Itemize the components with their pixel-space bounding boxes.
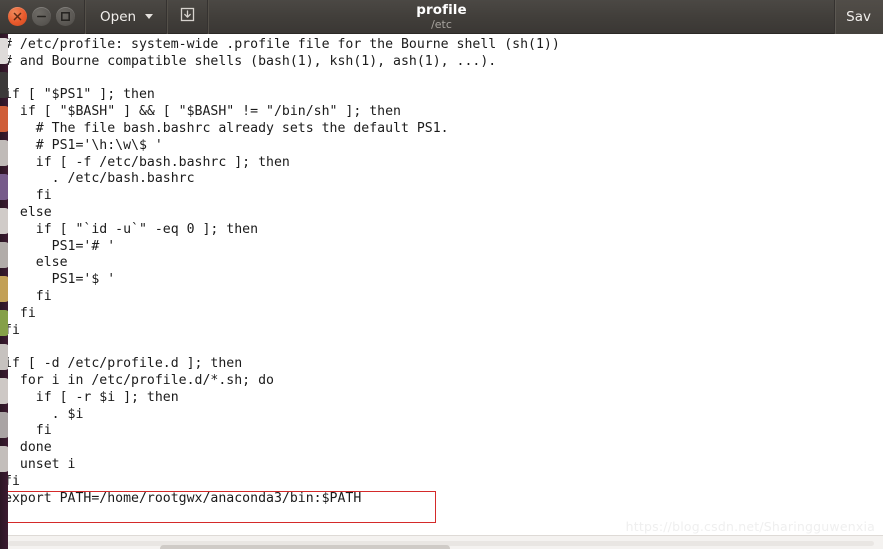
launcher-icon-6[interactable] xyxy=(0,208,8,234)
save-icon-button[interactable] xyxy=(167,0,209,34)
save-button[interactable]: Sav xyxy=(834,0,883,34)
watermark-text: https://blog.csdn.net/Sharingguwenxia xyxy=(625,519,875,534)
title-bar: Open profile /etc Sav xyxy=(0,0,883,34)
launcher-icon-12[interactable] xyxy=(0,412,8,438)
launcher-icon-13[interactable] xyxy=(0,446,8,472)
maximize-icon[interactable] xyxy=(56,7,75,26)
launcher-icon-3[interactable] xyxy=(0,106,8,132)
editor-content[interactable]: # /etc/profile: system-wide .profile fil… xyxy=(4,37,560,507)
open-button-label: Open xyxy=(100,8,137,25)
bottom-bar xyxy=(0,535,883,549)
launcher-icon-4[interactable] xyxy=(0,140,8,166)
open-button[interactable]: Open xyxy=(86,0,168,34)
horizontal-scrollbar-thumb[interactable] xyxy=(160,545,450,549)
horizontal-scrollbar-track[interactable] xyxy=(8,541,874,549)
save-icon xyxy=(179,6,196,27)
page-title: profile xyxy=(416,1,467,18)
close-icon[interactable] xyxy=(8,7,27,26)
launcher-icon-7[interactable] xyxy=(0,242,8,268)
launcher-icon-5[interactable] xyxy=(0,174,8,200)
chevron-down-icon xyxy=(145,14,154,19)
text-editor-area[interactable]: # /etc/profile: system-wide .profile fil… xyxy=(0,34,883,535)
launcher-icon-8[interactable] xyxy=(0,276,8,302)
minimize-icon[interactable] xyxy=(32,7,51,26)
launcher-icon-10[interactable] xyxy=(0,344,8,370)
page-subtitle-path: /etc xyxy=(431,18,452,32)
gedit-window: Open profile /etc Sav # /e xyxy=(0,0,883,549)
window-controls xyxy=(0,7,75,26)
launcher-icon-2[interactable] xyxy=(0,72,8,98)
launcher-icon-1[interactable] xyxy=(0,38,8,64)
title-bar-right: Sav xyxy=(834,0,883,34)
launcher-icon-9[interactable] xyxy=(0,310,8,336)
gedit-window-screenshot: Open profile /etc Sav # /e xyxy=(0,0,883,549)
launcher-icon-11[interactable] xyxy=(0,378,8,404)
unity-launcher-sliver[interactable] xyxy=(0,34,8,549)
